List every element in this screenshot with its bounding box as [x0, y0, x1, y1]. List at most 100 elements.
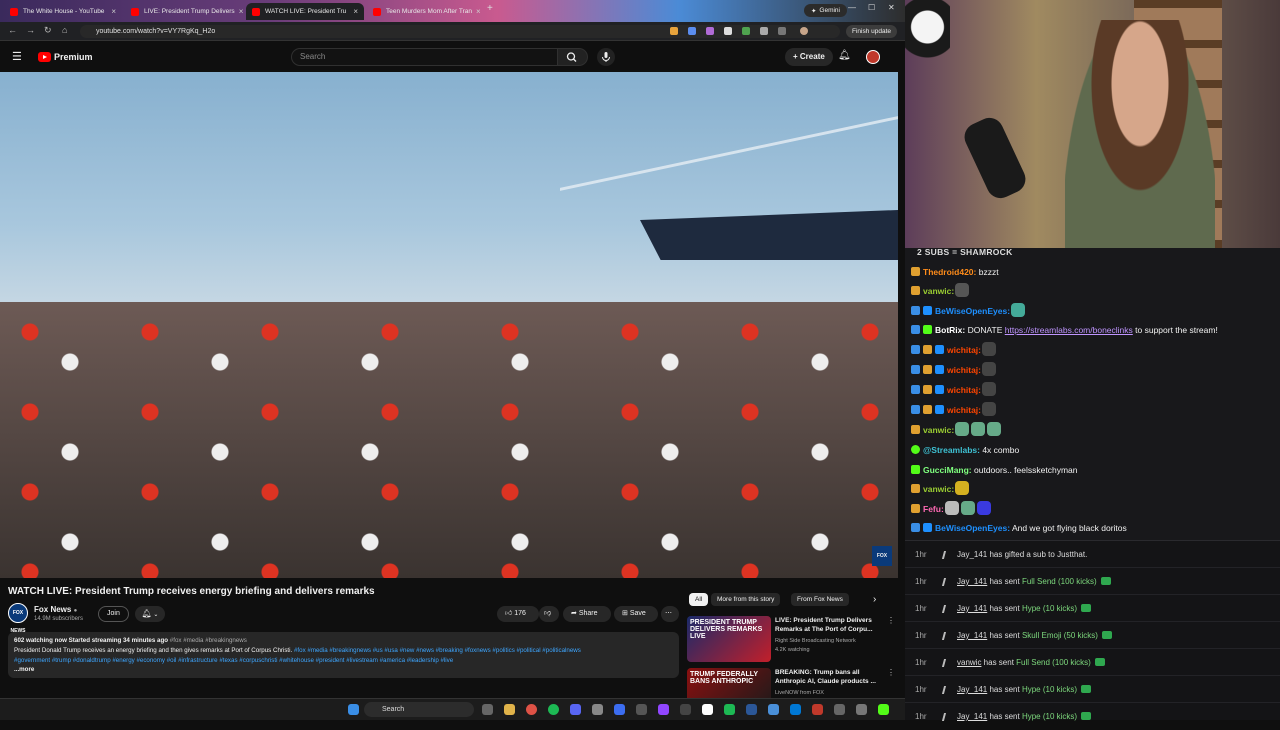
app-icon[interactable] — [790, 704, 801, 715]
extension-icon[interactable] — [742, 27, 750, 35]
taskbar-search[interactable]: Search — [364, 702, 474, 717]
kick-icon[interactable] — [878, 704, 889, 715]
app-icon[interactable] — [636, 704, 647, 715]
chat-username[interactable]: vanwic: — [923, 425, 954, 435]
channel-name[interactable]: Fox News ● — [34, 605, 77, 614]
close-tab-icon[interactable]: × — [107, 7, 116, 16]
chip-all[interactable]: All — [689, 593, 709, 606]
app-icon[interactable] — [614, 704, 625, 715]
close-tab-icon[interactable]: × — [349, 7, 358, 16]
profile-avatar[interactable] — [800, 27, 808, 35]
extension-icon[interactable] — [688, 27, 696, 35]
gemini-button[interactable]: ✦ Gemini — [803, 4, 847, 17]
browser-tab[interactable]: The White House - YouTube × — [4, 3, 122, 20]
chat-username[interactable]: BeWiseOpenEyes: — [935, 523, 1010, 533]
show-more-link[interactable]: ...more — [14, 665, 673, 675]
activity-user[interactable]: Jay_141 — [957, 577, 987, 586]
sidebar-icon[interactable] — [778, 27, 786, 35]
extension-icon[interactable] — [670, 27, 678, 35]
close-window-icon[interactable]: ✕ — [888, 3, 895, 12]
close-tab-icon[interactable]: × — [472, 7, 481, 16]
activity-user[interactable]: Jay_141 — [957, 604, 987, 613]
subscription-bell-button[interactable]: 🔔︎ ⌄ — [135, 606, 165, 622]
chat-username[interactable]: Fefu: — [923, 504, 944, 514]
search-input[interactable]: Search — [291, 48, 558, 66]
hashtags-line-2[interactable]: #government #trump #donaldtrump #energy … — [14, 656, 673, 666]
chat-username[interactable]: wichitaj: — [947, 385, 981, 395]
join-button[interactable]: Join — [98, 606, 129, 622]
windows-start-icon[interactable] — [348, 704, 359, 715]
youtube-logo-icon[interactable] — [38, 52, 51, 62]
more-actions-button[interactable]: ⋯ — [661, 606, 679, 622]
chat-username[interactable]: Thedroid420: — [923, 267, 976, 277]
app-icon[interactable] — [724, 704, 735, 715]
chip-more-from-story[interactable]: More from this story — [711, 593, 781, 606]
app-icon[interactable] — [592, 704, 603, 715]
chat-username[interactable]: GucciMang: — [923, 465, 972, 475]
video-player[interactable]: FOX — [0, 72, 898, 578]
chrome-icon[interactable] — [526, 704, 537, 715]
activity-user[interactable]: Jay_141 — [957, 631, 987, 640]
home-icon[interactable]: ⌂ — [62, 25, 67, 35]
activity-user[interactable]: vanwic — [957, 658, 981, 667]
obs-icon[interactable] — [702, 704, 713, 715]
app-icon[interactable] — [768, 704, 779, 715]
maximize-icon[interactable]: ☐ — [868, 3, 875, 12]
close-tab-icon[interactable]: × — [235, 7, 243, 16]
video-description[interactable]: 602 watching now Started streaming 34 mi… — [8, 632, 679, 678]
emote-icon — [955, 481, 970, 495]
notifications-bell-icon[interactable]: 🔔︎ — [838, 50, 851, 61]
dislike-button[interactable]: 👎︎ — [539, 606, 559, 622]
hashtags[interactable]: #fox #media #breakingnews #us #usa #new … — [294, 647, 581, 654]
browser-tab[interactable]: LIVE: President Trump Delivers × — [125, 3, 243, 20]
minimize-icon[interactable]: — — [848, 3, 856, 12]
spotify-icon[interactable] — [548, 704, 559, 715]
recommendation-item[interactable]: PRESIDENT TRUMP DELIVERS REMARKS LIVE LI… — [687, 616, 895, 666]
chat-username[interactable]: vanwic: — [923, 286, 954, 296]
chat-username[interactable]: wichitaj: — [947, 345, 981, 355]
hamburger-menu-icon[interactable]: ☰ — [12, 50, 22, 63]
forward-arrow-icon[interactable]: → — [26, 25, 35, 35]
search-button[interactable] — [558, 48, 588, 66]
app-icon[interactable] — [680, 704, 691, 715]
channel-avatar[interactable]: FOX NEWS — [8, 603, 28, 634]
account-avatar[interactable] — [866, 50, 880, 64]
back-arrow-icon[interactable]: ← — [8, 25, 17, 35]
chat-username[interactable]: wichitaj: — [947, 365, 981, 375]
youtube-premium-logo[interactable]: Premium — [54, 52, 93, 62]
activity-user[interactable]: Jay_141 — [957, 685, 987, 694]
voice-search-button[interactable] — [597, 48, 615, 66]
save-button[interactable]: ⊞ Save — [614, 606, 658, 622]
file-explorer-icon[interactable] — [504, 704, 515, 715]
app-icon[interactable] — [746, 704, 757, 715]
recommendation-item[interactable]: TRUMP FEDERALLY BANS ANTHROPIC BREAKING:… — [687, 668, 895, 698]
new-tab-icon[interactable]: + — [487, 3, 493, 14]
app-icon[interactable] — [856, 704, 867, 715]
twitch-icon[interactable] — [658, 704, 669, 715]
create-button[interactable]: + Create — [785, 48, 833, 66]
chat-username[interactable]: vanwic: — [923, 484, 954, 494]
browser-tab-active[interactable]: WATCH LIVE: President Tru × — [246, 3, 364, 20]
more-vertical-icon[interactable]: ⋮ — [887, 616, 895, 625]
like-button[interactable]: 👍︎ 176 — [497, 606, 539, 622]
chat-username[interactable]: BotRix: — [935, 325, 965, 335]
browser-tab[interactable]: Teen Murders Mom After Tran × — [367, 3, 485, 20]
chat-username[interactable]: BeWiseOpenEyes: — [935, 306, 1010, 316]
discord-icon[interactable] — [570, 704, 581, 715]
app-icon[interactable] — [834, 704, 845, 715]
chevron-right-icon[interactable]: › — [873, 594, 876, 605]
extension-icon[interactable] — [724, 27, 732, 35]
chat-username[interactable]: @Streamlabs: — [923, 445, 980, 455]
share-button[interactable]: ➦ Share — [563, 606, 611, 622]
puzzle-icon[interactable] — [760, 27, 768, 35]
activity-user[interactable]: Jay_141 — [957, 550, 987, 559]
reload-icon[interactable]: ↻ — [44, 25, 52, 36]
extension-icon[interactable] — [706, 27, 714, 35]
more-vertical-icon[interactable]: ⋮ — [887, 668, 895, 677]
finish-update-button[interactable]: Finish update — [845, 25, 897, 38]
task-view-icon[interactable] — [482, 704, 493, 715]
chip-from-fox-news[interactable]: From Fox News — [791, 593, 849, 606]
donate-link[interactable]: https://streamlabs.com/boneclinks — [1005, 325, 1133, 335]
chat-username[interactable]: wichitaj: — [947, 405, 981, 415]
app-icon[interactable] — [812, 704, 823, 715]
